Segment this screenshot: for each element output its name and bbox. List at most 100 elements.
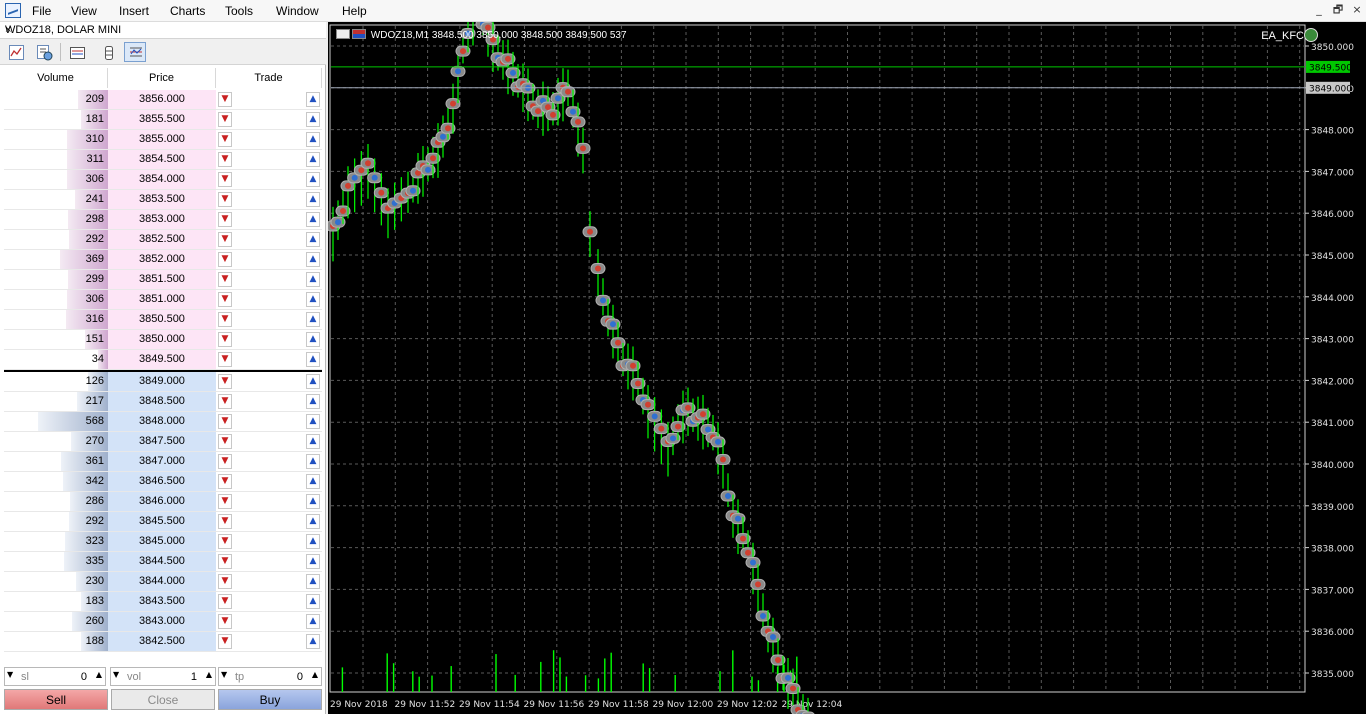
sell-limit-chevron-icon[interactable]: ▼ — [218, 232, 232, 247]
buy-limit-chevron-icon[interactable]: ▲ — [306, 252, 320, 267]
sl-decrease-icon[interactable]: ▼ — [7, 670, 13, 679]
panel-close-icon[interactable]: × — [5, 24, 320, 36]
price-cell: 3847.500 — [108, 432, 216, 451]
buy-limit-chevron-icon[interactable]: ▲ — [306, 414, 320, 429]
buy-limit-chevron-icon[interactable]: ▲ — [306, 494, 320, 509]
buy-button[interactable]: Buy — [218, 689, 322, 710]
price-chart[interactable]: 3850.000 3849.000 3848.000 3847.000 3846.000… — [328, 22, 1366, 714]
menu-help[interactable]: Help — [342, 4, 367, 18]
trade-arrow-icon — [760, 613, 766, 620]
sell-limit-chevron-icon[interactable]: ▼ — [218, 132, 232, 147]
trade-levels-button[interactable] — [66, 42, 88, 62]
sl-field[interactable]: ▼ sl 0 ▲ — [4, 667, 106, 686]
sell-limit-chevron-icon[interactable]: ▼ — [218, 332, 232, 347]
close-icon[interactable]: × — [1350, 3, 1364, 17]
ticks-toggle-button[interactable] — [33, 42, 55, 62]
sell-button[interactable]: Sell — [4, 689, 108, 710]
sell-limit-chevron-icon[interactable]: ▼ — [218, 212, 232, 227]
buy-limit-chevron-icon[interactable]: ▲ — [306, 192, 320, 207]
sell-limit-chevron-icon[interactable]: ▼ — [218, 312, 232, 327]
sell-limit-chevron-icon[interactable]: ▼ — [218, 614, 232, 629]
buy-limit-chevron-icon[interactable]: ▲ — [306, 514, 320, 529]
buy-limit-chevron-icon[interactable]: ▲ — [306, 332, 320, 347]
chart-canvas[interactable]: 3850.000 3849.000 3848.000 3847.000 3846.000… — [328, 22, 1366, 714]
menu-file[interactable]: File — [32, 4, 51, 18]
trade-arrow-icon — [725, 493, 731, 500]
buy-limit-chevron-icon[interactable]: ▲ — [306, 394, 320, 409]
buy-limit-chevron-icon[interactable]: ▲ — [306, 614, 320, 629]
sell-limit-chevron-icon[interactable]: ▼ — [218, 112, 232, 127]
buy-limit-chevron-icon[interactable]: ▲ — [306, 434, 320, 449]
expert-advisor-icon[interactable] — [1304, 28, 1318, 42]
sell-limit-chevron-icon[interactable]: ▼ — [218, 494, 232, 509]
menu-charts[interactable]: Charts — [170, 4, 205, 18]
minimize-icon[interactable]: _ — [1312, 3, 1326, 17]
buy-limit-chevron-icon[interactable]: ▲ — [306, 594, 320, 609]
buy-limit-chevron-icon[interactable]: ▲ — [306, 152, 320, 167]
sell-limit-chevron-icon[interactable]: ▼ — [218, 554, 232, 569]
tp-value[interactable]: 0 — [297, 671, 303, 683]
sell-limit-chevron-icon[interactable]: ▼ — [218, 434, 232, 449]
sell-limit-chevron-icon[interactable]: ▼ — [218, 92, 232, 107]
buy-limit-chevron-icon[interactable]: ▲ — [306, 454, 320, 469]
sell-limit-chevron-icon[interactable]: ▼ — [218, 574, 232, 589]
auto-center-button[interactable] — [124, 42, 146, 62]
buy-limit-chevron-icon[interactable]: ▲ — [306, 292, 320, 307]
buy-limit-chevron-icon[interactable]: ▲ — [306, 272, 320, 287]
buy-limit-chevron-icon[interactable]: ▲ — [306, 374, 320, 389]
buy-limit-chevron-icon[interactable]: ▲ — [306, 312, 320, 327]
sell-limit-chevron-icon[interactable]: ▼ — [218, 474, 232, 489]
sl-increase-icon[interactable]: ▲ — [96, 670, 102, 679]
sell-limit-chevron-icon[interactable]: ▼ — [218, 272, 232, 287]
sell-limit-chevron-icon[interactable]: ▼ — [218, 594, 232, 609]
sell-limit-chevron-icon[interactable]: ▼ — [218, 394, 232, 409]
tp-increase-icon[interactable]: ▲ — [312, 670, 318, 679]
buy-limit-chevron-icon[interactable]: ▲ — [306, 554, 320, 569]
menu-insert[interactable]: Insert — [119, 4, 149, 18]
volume-mode-button[interactable] — [97, 42, 119, 62]
sl-value[interactable]: 0 — [81, 671, 87, 683]
vol-value[interactable]: 1 — [191, 671, 197, 683]
buy-limit-chevron-icon[interactable]: ▲ — [306, 232, 320, 247]
volume-value: 286 — [85, 495, 104, 507]
chart-toggle-button[interactable] — [5, 42, 27, 62]
sell-limit-chevron-icon[interactable]: ▼ — [218, 292, 232, 307]
tp-field[interactable]: ▼ tp 0 ▲ — [218, 667, 322, 686]
sell-limit-chevron-icon[interactable]: ▼ — [218, 634, 232, 649]
sell-limit-chevron-icon[interactable]: ▼ — [218, 374, 232, 389]
buy-limit-chevron-icon[interactable]: ▲ — [306, 474, 320, 489]
chart-header: WDOZ18,M1 3848.500 3850.000 3848.500 384… — [336, 29, 627, 41]
buy-limit-chevron-icon[interactable]: ▲ — [306, 352, 320, 367]
vol-field[interactable]: ▼ vol 1 ▲ — [110, 667, 216, 686]
buy-limit-chevron-icon[interactable]: ▲ — [306, 212, 320, 227]
restore-icon[interactable]: 🗗 — [1331, 3, 1345, 17]
sell-limit-chevron-icon[interactable]: ▼ — [218, 192, 232, 207]
ask-row: 306 3854.000 ▼ ▲ — [4, 170, 322, 190]
menu-tools[interactable]: Tools — [225, 4, 253, 18]
buy-limit-chevron-icon[interactable]: ▲ — [306, 534, 320, 549]
sell-limit-chevron-icon[interactable]: ▼ — [218, 352, 232, 367]
buy-limit-chevron-icon[interactable]: ▲ — [306, 112, 320, 127]
buy-limit-chevron-icon[interactable]: ▲ — [306, 172, 320, 187]
menu-view[interactable]: View — [71, 4, 97, 18]
vol-decrease-icon[interactable]: ▼ — [113, 670, 119, 679]
volume-value: 306 — [85, 293, 104, 305]
menu-window[interactable]: Window — [276, 4, 319, 18]
sell-limit-chevron-icon[interactable]: ▼ — [218, 172, 232, 187]
sell-limit-chevron-icon[interactable]: ▼ — [218, 152, 232, 167]
sell-limit-chevron-icon[interactable]: ▼ — [218, 252, 232, 267]
volume-value: 230 — [85, 575, 104, 587]
buy-limit-chevron-icon[interactable]: ▲ — [306, 634, 320, 649]
vol-increase-icon[interactable]: ▲ — [206, 670, 212, 679]
sell-limit-chevron-icon[interactable]: ▼ — [218, 534, 232, 549]
buy-limit-chevron-icon[interactable]: ▲ — [306, 92, 320, 107]
tp-decrease-icon[interactable]: ▼ — [221, 670, 227, 679]
sell-limit-chevron-icon[interactable]: ▼ — [218, 414, 232, 429]
buy-limit-chevron-icon[interactable]: ▲ — [306, 574, 320, 589]
close-button[interactable]: Close — [111, 689, 215, 710]
buy-limit-chevron-icon[interactable]: ▲ — [306, 132, 320, 147]
sell-limit-chevron-icon[interactable]: ▼ — [218, 454, 232, 469]
sell-limit-chevron-icon[interactable]: ▼ — [218, 514, 232, 529]
volume-cell: 151 — [4, 330, 108, 350]
time-axis-label: 29 Nov 12:02 — [717, 700, 778, 710]
